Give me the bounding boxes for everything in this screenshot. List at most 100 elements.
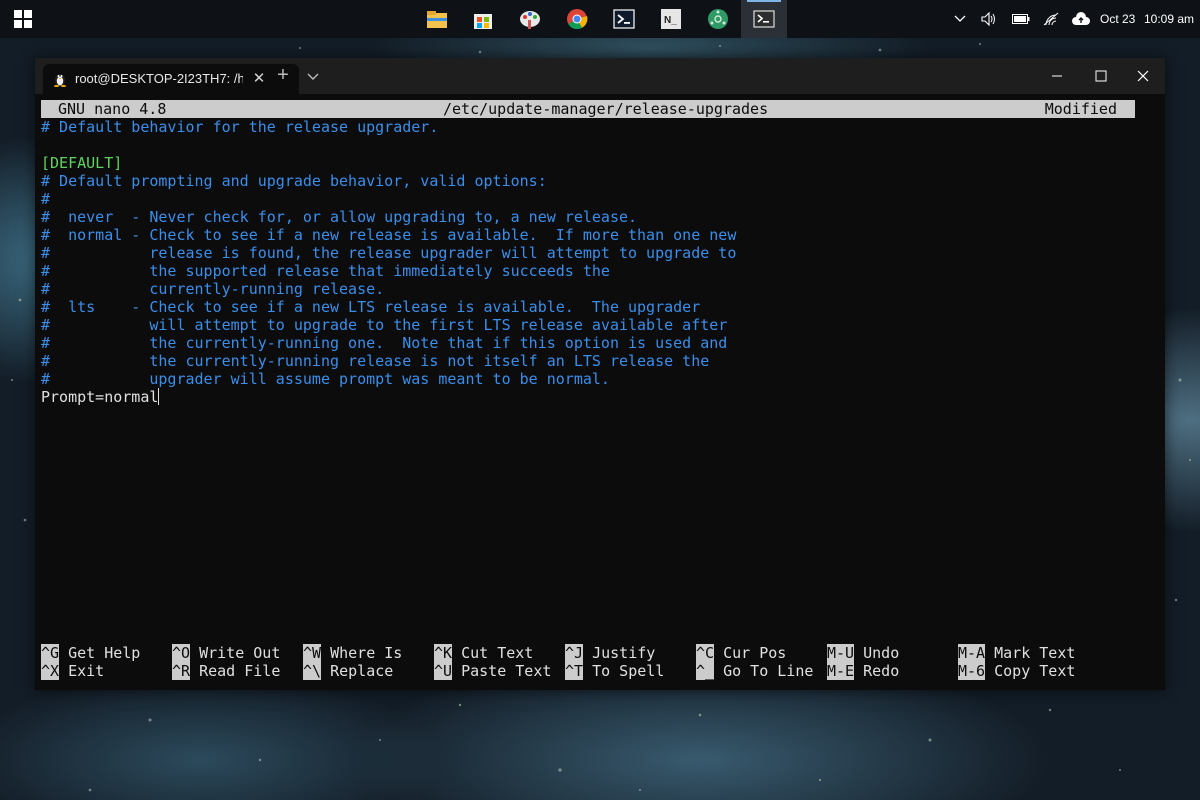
terminal-window: root@DESKTOP-2I23TH7: /home ✕ + GNU nano… (35, 58, 1165, 690)
close-icon (1137, 70, 1149, 82)
file-line: # the currently-running release is not i… (41, 352, 710, 370)
shortcut-key: M-E (827, 662, 855, 680)
close-button[interactable] (1121, 58, 1165, 94)
file-line: # release is found, the release upgrader… (41, 244, 737, 262)
shortcut-key: ^\ (303, 662, 322, 680)
shortcut-justify[interactable]: ^J Justify (565, 644, 655, 662)
terminal-content[interactable]: GNU nano 4.8 /etc/update-manager/release… (41, 98, 1141, 688)
shortcut-copy-text[interactable]: M-6 Copy Text (958, 662, 1075, 680)
terminal-tab[interactable]: root@DESKTOP-2I23TH7: /home ✕ (43, 64, 299, 94)
chrome-icon[interactable] (554, 0, 600, 38)
store-icon[interactable] (460, 0, 506, 38)
new-tab-button[interactable]: + (271, 64, 295, 88)
shortcut-paste-text[interactable]: ^U Paste Text (434, 662, 551, 680)
svg-text:N_: N_ (664, 15, 677, 26)
file-line: # the supported release that immediately… (41, 262, 610, 280)
powershell-icon[interactable] (601, 0, 647, 38)
shortcut-label: Paste Text (461, 662, 552, 680)
taskbar: N_ Oct 23 10:09 am (0, 0, 1200, 38)
shortcut-get-help[interactable]: ^G Get Help (41, 644, 140, 662)
maximize-icon (1095, 70, 1107, 82)
chevron-up-icon[interactable] (950, 0, 970, 38)
shortcut-label: Cur Pos (723, 644, 787, 662)
title-bar[interactable]: root@DESKTOP-2I23TH7: /home ✕ + (35, 58, 1165, 94)
shortcut-to-spell[interactable]: ^T To Spell (565, 662, 664, 680)
cloud-upload-icon[interactable] (1070, 0, 1092, 38)
shortcut-key: M-6 (958, 662, 986, 680)
shortcut-exit[interactable]: ^X Exit (41, 662, 104, 680)
shortcut-label: Where Is (330, 644, 403, 662)
shortcut-label: Go To Line (723, 662, 814, 680)
battery-icon[interactable] (1010, 0, 1032, 38)
file-line-prompt: Prompt=normal (41, 388, 160, 406)
shortcut-cur-pos[interactable]: ^C Cur Pos (696, 644, 786, 662)
nano-header-bar: GNU nano 4.8 /etc/update-manager/release… (41, 100, 1135, 118)
file-line: [DEFAULT] (41, 154, 123, 172)
shortcut-label: Justify (592, 644, 656, 662)
file-line: # Default prompting and upgrade behavior… (41, 172, 547, 190)
shortcut-key: ^X (41, 662, 60, 680)
linux-tux-icon (54, 74, 66, 87)
shortcut-label: Exit (68, 662, 105, 680)
shortcut-label: Undo (863, 644, 900, 662)
shortcut-key: ^R (172, 662, 191, 680)
shortcut-key: M-A (958, 644, 986, 662)
shortcut-label: Redo (863, 662, 900, 680)
file-line: # normal - Check to see if a new release… (41, 226, 737, 244)
file-line: # upgrader will assume prompt was meant … (41, 370, 610, 388)
shortcut-key: ^C (696, 644, 715, 662)
file-line: # never - Never check for, or allow upgr… (41, 208, 638, 226)
shortcut-undo[interactable]: M-U Undo (827, 644, 899, 662)
shortcut-key: ^_ (696, 662, 715, 680)
clock-date[interactable]: Oct 23 (1100, 12, 1135, 26)
shortcut-label: To Spell (592, 662, 665, 680)
prompt-setting: Prompt=normal (41, 388, 159, 406)
wifi-icon[interactable] (1040, 0, 1062, 38)
shortcut-read-file[interactable]: ^R Read File (172, 662, 280, 680)
shortcut-label: Get Help (68, 644, 141, 662)
tab-title: root@DESKTOP-2I23TH7: /home (75, 71, 243, 86)
volume-icon[interactable] (978, 0, 1000, 38)
shortcut-label: Replace (330, 662, 394, 680)
shortcut-where-is[interactable]: ^W Where Is (303, 644, 402, 662)
file-line: # (41, 190, 51, 208)
shortcut-write-out[interactable]: ^O Write Out (172, 644, 280, 662)
minimize-button[interactable] (1035, 58, 1079, 94)
shortcut-key: ^T (565, 662, 584, 680)
paint-icon[interactable] (507, 0, 553, 38)
shortcut-key: ^J (565, 644, 584, 662)
shortcut-key: ^O (172, 644, 191, 662)
shortcut-key: ^W (303, 644, 322, 662)
shortcut-key: ^G (41, 644, 60, 662)
shortcut-label: Cut Text (461, 644, 534, 662)
text-cursor (158, 388, 160, 405)
nano-filename: /etc/update-manager/release-upgrades (443, 100, 769, 118)
shortcut-key: ^U (434, 662, 453, 680)
shortcut-label: Mark Text (994, 644, 1076, 662)
shortcut-mark-text[interactable]: M-A Mark Text (958, 644, 1075, 662)
file-line: # will attempt to upgrade to the first L… (41, 316, 728, 334)
file-line: # the currently-running one. Note that i… (41, 334, 728, 352)
minimize-icon (1052, 75, 1062, 77)
sphere-app-icon[interactable] (695, 0, 741, 38)
file-line: # lts - Check to see if a new LTS releas… (41, 298, 701, 316)
file-explorer-icon[interactable] (414, 0, 460, 38)
windows-start-icon[interactable] (14, 10, 32, 28)
tab-close-icon[interactable]: ✕ (248, 68, 270, 90)
shortcut-go-to-line[interactable]: ^_ Go To Line (696, 662, 813, 680)
nano-version: GNU nano 4.8 (58, 100, 167, 118)
nano-modified-status: Modified (1044, 100, 1117, 118)
file-line: # currently-running release. (41, 280, 385, 298)
terminal-icon[interactable] (741, 0, 787, 38)
shortcut-label: Read File (199, 662, 281, 680)
clock-time[interactable]: 10:09 am (1144, 12, 1194, 26)
maximize-button[interactable] (1079, 58, 1123, 94)
shortcut-label: Copy Text (994, 662, 1076, 680)
shortcut-replace[interactable]: ^\ Replace (303, 662, 393, 680)
chevron-down-icon[interactable] (303, 66, 323, 86)
nano-app-icon[interactable]: N_ (648, 0, 694, 38)
shortcut-label: Write Out (199, 644, 281, 662)
shortcut-cut-text[interactable]: ^K Cut Text (434, 644, 533, 662)
shortcut-redo[interactable]: M-E Redo (827, 662, 899, 680)
file-line: # Default behavior for the release upgra… (41, 118, 439, 136)
